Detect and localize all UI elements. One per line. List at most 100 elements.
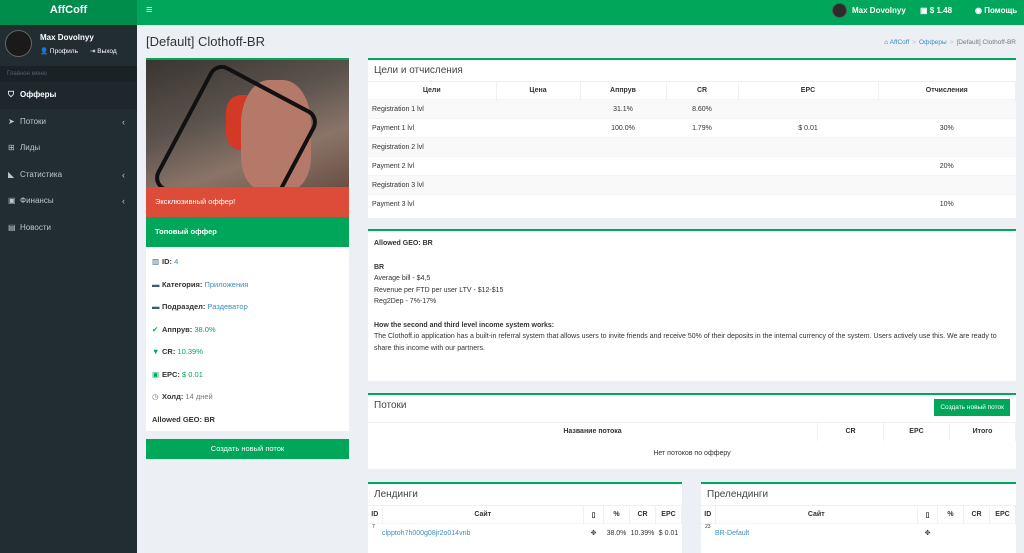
profile-link[interactable]: 👤 Профиль (40, 48, 84, 55)
barcode-icon: ▥ (152, 257, 160, 266)
sidebar-item-finance[interactable]: ▣ Финансы ‹ (0, 188, 137, 215)
approve-value: 38.0% (194, 324, 216, 334)
landing-id: 7 (368, 523, 382, 543)
subcategory-label: Подраздел: (162, 302, 206, 311)
user-name: Max Dovolnyy (852, 6, 906, 15)
user-menu[interactable]: Max Dovolnyy (832, 3, 906, 18)
empty-streams-message: Нет потоков по офферу (653, 449, 731, 457)
tag-icon: ⛉ (8, 90, 14, 99)
approve-label: Аппрув: (162, 324, 193, 334)
hold-label: Холд: (162, 392, 184, 401)
sidebar-header: Главное меню (0, 66, 137, 82)
logout-link[interactable]: ⇥ Выход (90, 48, 123, 55)
balance-value: $ 1.48 (929, 6, 953, 15)
sidebar-item-streams[interactable]: ➤ Потоки ‹ (0, 109, 137, 136)
breadcrumb-home[interactable]: AffCoff (890, 39, 910, 46)
folder-icon: ▬ (152, 302, 160, 311)
offer-info: ▥ ID: 4 ▬ Категория: Приложения ▬ Подраздел… (146, 247, 349, 431)
landings-box: Лендинги ID Сайт ▯% CR EPC 7 clpptoh7h000g08j… (368, 482, 682, 553)
sidebar-user-name: Max Dovolnyy (40, 33, 94, 42)
money-icon: ▣ (920, 6, 928, 15)
geo-description-box: Allowed GEO: BR BR Average bill - $4,5 R… (368, 229, 1016, 381)
geo-allowed: Allowed GEO: BR (374, 240, 433, 247)
prelanding-id: 23 (701, 523, 715, 543)
move-icon[interactable]: ✥ (917, 523, 938, 543)
streams-title: Потоки (374, 400, 407, 411)
table-row: 23 BR-Default ✥ (701, 523, 1016, 543)
offer-image (146, 58, 349, 187)
create-stream-button[interactable]: Создать новый поток (146, 439, 349, 459)
col-cr: CR (817, 422, 884, 441)
landing-link[interactable]: clpptoh7h000g08jr2o014vnb (382, 530, 470, 537)
col-epc: EPC (738, 81, 879, 100)
col-stream-name: Название потока (368, 422, 818, 441)
geo-country: BR (374, 263, 385, 271)
goals-table: Цели Цена Аппрув CR EPC Отчисления Registrati… (368, 81, 1016, 214)
logo[interactable]: AffCoff (0, 0, 137, 25)
balance[interactable]: ▣ $ 1.48 (920, 6, 952, 15)
hold-value: 14 дней (185, 392, 213, 401)
avatar (832, 3, 847, 18)
sidebar-item-label: Статистика (20, 169, 63, 179)
breadcrumb-offers[interactable]: Офферы (919, 39, 947, 46)
menu-toggle-icon[interactable]: ≡ (146, 4, 152, 16)
table-row: Registration 3 lvl (368, 175, 1016, 195)
col-cr: CR (666, 81, 739, 100)
table-row: Registration 1 lvl 31.1% 8.60% (368, 99, 1016, 119)
table-row: Payment 1 lvl 100.0% 1.79% $ 0.01 30% (368, 118, 1016, 138)
paper-plane-icon: ➤ (8, 116, 15, 126)
sidebar-item-news[interactable]: ▤ Новости (0, 215, 137, 242)
epc-label: EPC: (162, 369, 180, 379)
category-label: Категория: (162, 279, 203, 289)
help-label: Помощь (984, 6, 1018, 15)
top-navbar: AffCoff ≡ Max Dovolnyy ▣ $ 1.48 ◉ Помощь (0, 0, 1024, 25)
sidebar-item-label: Лиды (20, 143, 41, 152)
logout-label: Выход (97, 48, 117, 55)
money-icon: ▣ (8, 196, 16, 205)
prelandings-box: Прелендинги ID Сайт ▯% CR EPC 23 BR-Default ✥ (701, 482, 1016, 553)
chevron-left-icon: ‹ (122, 116, 125, 127)
sidebar-item-stats[interactable]: ◣ Статистика ‹ (0, 162, 137, 189)
table-row: Registration 2 lvl (368, 137, 1016, 157)
sidebar-item-leads[interactable]: ⊞ Лиды (0, 135, 137, 162)
sidebar-item-offers[interactable]: ⛉ Офферы (0, 82, 137, 109)
chevron-left-icon: ‹ (122, 169, 125, 180)
avatar (5, 30, 32, 57)
table-row: 7 clpptoh7h000g08jr2o014vnb ✥ 38.0% 10.39% $ … (368, 523, 682, 543)
col-payout: Отчисления (878, 81, 1016, 100)
category-value: Приложения (204, 279, 249, 289)
table-row: Payment 2 lvl 20% (368, 156, 1016, 176)
prelandings-table: ID Сайт ▯% CR EPC 23 BR-Default ✥ (701, 505, 1016, 543)
newspaper-icon: ▤ (8, 222, 16, 232)
sidebar-item-label: Финансы (20, 196, 54, 205)
prelanding-link[interactable]: BR-Default (715, 530, 749, 537)
id-value: 4 (174, 257, 179, 266)
help-link[interactable]: ◉ Помощь (975, 6, 1017, 15)
streams-table: Название потока CR EPC Итого (368, 422, 1016, 441)
subcategory-value: Раздеватор (207, 302, 248, 311)
cr-value: 10.39% (177, 347, 203, 356)
sidebar-user-panel: Max Dovolnyy 👤 Профиль ⇥ Выход (0, 25, 137, 60)
breadcrumb-current: [Default] Clothoff-BR (956, 39, 1017, 46)
col-price: Цена (496, 81, 581, 100)
col-goal: Цели (368, 81, 497, 100)
sidebar-item-label: Потоки (20, 116, 47, 126)
goals-title: Цели и отчисления (374, 65, 463, 76)
sidebar-item-label: Новости (20, 222, 51, 232)
home-icon: ⌂ (884, 39, 889, 46)
sidebar-item-label: Офферы (20, 90, 57, 99)
move-icon[interactable]: ✥ (583, 523, 604, 543)
exclusive-banner: Эксклюзивный оффер! (146, 187, 349, 217)
life-ring-icon: ◉ (975, 6, 982, 15)
money-icon: ▣ (152, 369, 160, 379)
mobile-icon: ▯ (583, 505, 604, 524)
area-chart-icon: ◣ (8, 169, 15, 179)
top-offer-banner: Топовый оффер (146, 217, 349, 247)
page-title: [Default] Clothoff-BR (146, 34, 265, 49)
chevron-left-icon: ‹ (122, 196, 125, 206)
mobile-icon: ▯ (917, 505, 938, 524)
geo-line: Revenue per FTD per user LTV - $12-$15 (374, 286, 504, 294)
sidebar: Max Dovolnyy 👤 Профиль ⇥ Выход Главное ме… (0, 25, 137, 553)
create-stream-button[interactable]: Создать новый поток (934, 399, 1010, 416)
landings-table: ID Сайт ▯% CR EPC 7 clpptoh7h000g08jr2o014vnb… (368, 505, 682, 543)
